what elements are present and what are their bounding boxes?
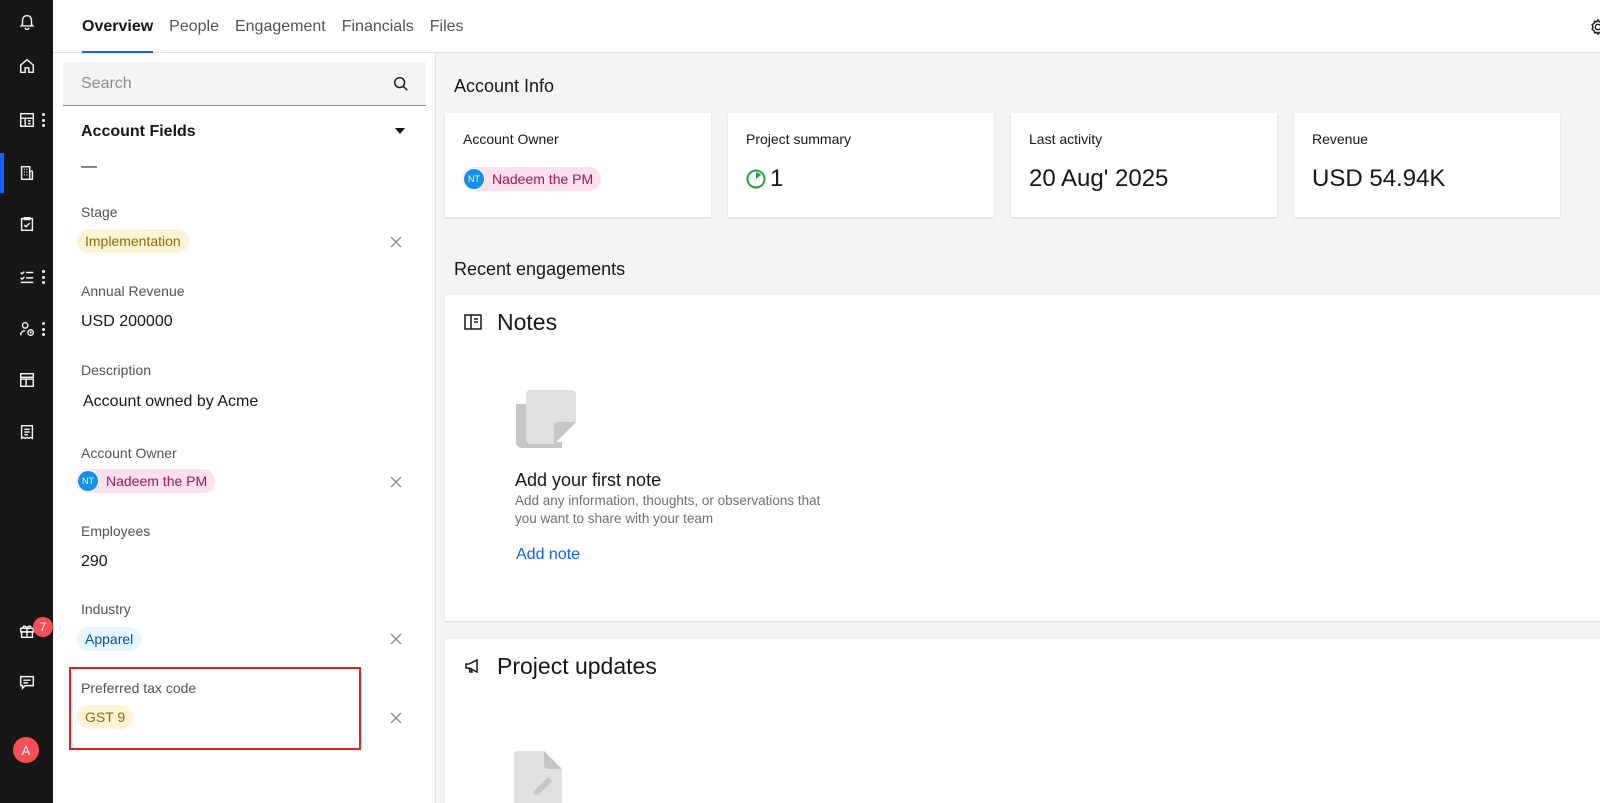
template-icon[interactable] [0,360,53,400]
tab-files[interactable]: Files [422,0,472,53]
tab-list: Overview People Engagement Financials Fi… [82,0,472,53]
add-note-link[interactable]: Add note [516,546,580,564]
notes-title: Notes [497,308,558,335]
stage-tag[interactable]: Implementation [77,229,189,253]
close-icon[interactable] [389,632,403,646]
tab-financials[interactable]: Financials [334,0,422,53]
overflow-menu-icon[interactable] [41,270,45,284]
close-icon[interactable] [389,235,403,249]
reports-icon[interactable] [0,100,53,140]
description-label: Description [81,362,152,378]
notification-badge: 7 [33,617,53,637]
industry-tag[interactable]: Apparel [77,627,142,651]
account-owner-tag[interactable]: NT Nadeem the PM [462,167,602,191]
owner-name: Nadeem the PM [492,171,594,187]
stage-label: Stage [81,204,118,220]
revenue-value: USD 54.94K [1312,165,1446,192]
notebook-icon [464,314,482,330]
industry-label: Industry [81,601,131,617]
annual-revenue-value[interactable]: USD 200000 [81,313,173,331]
chat-icon[interactable] [0,662,53,702]
card-label: Last activity [1029,131,1103,147]
building-icon[interactable] [0,153,53,193]
account-fields-header[interactable]: Account Fields [81,123,411,143]
project-updates-title: Project updates [497,652,657,679]
section-title: Account Fields [81,123,196,140]
user-avatar[interactable]: A [13,737,39,763]
tax-code-tag[interactable]: GST 9 [77,705,134,729]
card-label: Account Owner [463,131,559,147]
empty-state-description: Add any information, thoughts, or observ… [515,493,821,526]
overflow-menu-icon[interactable] [41,322,45,336]
checklist-icon[interactable] [0,257,53,297]
megaphone-icon [465,658,478,674]
user-avatar: NT [77,470,99,492]
tab-overview[interactable]: Overview [82,0,161,53]
project-updates-header: Project updates [463,652,657,679]
search-input[interactable] [63,62,363,106]
last-activity-value: 20 Aug' 2025 [1029,165,1169,192]
description-value[interactable]: Account owned by Acme [83,393,258,411]
last-activity-card: Last activity 20 Aug' 2025 [1011,113,1277,217]
overflow-menu-icon[interactable] [41,113,45,127]
card-label: Revenue [1312,131,1369,147]
search-box [63,62,426,106]
account-info-title: Account Info [454,76,555,96]
close-icon[interactable] [389,475,403,489]
top-bar: Overview People Engagement Financials Fi… [53,0,1600,53]
account-owner-card: Account Owner NT Nadeem the PM [445,113,711,217]
bell-icon[interactable] [0,1,53,41]
annual-revenue-label: Annual Revenue [81,283,185,299]
close-icon[interactable] [389,711,403,725]
empty-value-dash: — [81,158,97,175]
home-icon[interactable] [0,46,53,86]
tax-code-label: Preferred tax code [81,680,197,696]
notes-panel: Notes Add your first note Add any inform… [445,295,1600,621]
project-updates-panel: Project updates [445,639,1600,803]
left-rail: 7 A [0,0,53,803]
gear-icon[interactable] [1589,18,1600,36]
tab-engagement[interactable]: Engagement [227,0,334,53]
notes-header: Notes [463,308,558,335]
empty-state-title: Add your first note [515,470,662,490]
clipboard-check-icon[interactable] [0,204,53,244]
receipt-icon[interactable] [0,412,53,452]
search-icon[interactable] [392,75,410,93]
revenue-card: Revenue USD 54.94K [1294,113,1560,217]
sticky-note-icon [516,390,576,448]
account-fields-panel: Account Fields — Stage Implementation An… [53,53,436,803]
project-count[interactable]: 1 [770,165,783,193]
project-summary-card: Project summary 1 [728,113,994,217]
tab-people[interactable]: People [161,0,227,53]
employees-value[interactable]: 290 [81,553,108,571]
card-label: Project summary [746,131,852,147]
caret-down-icon[interactable] [395,128,405,134]
employees-label: Employees [81,523,151,539]
user-clock-icon[interactable] [0,309,53,349]
document-edit-icon [514,751,562,803]
user-avatar: NT [463,168,485,190]
account-owner-tag[interactable]: NT Nadeem the PM [76,469,216,493]
recent-engagements-title: Recent engagements [454,259,626,279]
owner-name: Nadeem the PM [106,473,208,489]
account-owner-label: Account Owner [81,445,177,461]
status-circle-icon [746,169,766,189]
main-content: Account Info Account Owner NT Nadeem the… [436,53,1600,803]
